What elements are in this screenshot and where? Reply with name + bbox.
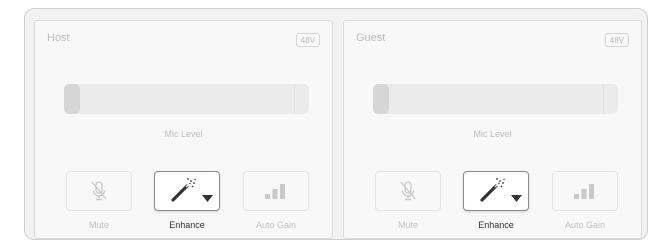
signal-bars-icon	[572, 181, 598, 201]
magic-wand-icon	[167, 177, 207, 205]
mic-panel: Host 48V Mic Level Mute Enhance Auto Gai…	[24, 8, 648, 240]
magic-wand-icon	[476, 177, 516, 205]
channel-name: Guest	[356, 32, 386, 44]
mute-label: Mute	[397, 220, 418, 230]
mute-button[interactable]	[66, 171, 132, 211]
channel-guest: Guest 48V Mic Level Mute Enhance Auto Ga…	[343, 20, 642, 239]
slider-thumb[interactable]	[373, 84, 389, 114]
auto-gain-button[interactable]	[552, 171, 618, 211]
channel-name: Host	[47, 32, 70, 44]
enhance-button[interactable]	[463, 171, 529, 211]
mic-level-label: Mic Level	[164, 129, 203, 139]
slider-end-mark	[603, 84, 604, 114]
phantom-power-button[interactable]: 48V	[604, 33, 629, 47]
slider-end-mark	[294, 84, 295, 114]
slider-thumb[interactable]	[64, 84, 80, 114]
mic-level-label: Mic Level	[473, 129, 512, 139]
auto-gain-label: Auto Gain	[564, 220, 606, 230]
signal-bars-icon	[263, 181, 289, 201]
phantom-power-button[interactable]: 48V	[295, 33, 320, 47]
mic-level-slider[interactable]	[373, 84, 618, 114]
mute-button[interactable]	[375, 171, 441, 211]
auto-gain-label: Auto Gain	[255, 220, 297, 230]
mic-level-slider[interactable]	[64, 84, 309, 114]
enhance-button[interactable]	[154, 171, 220, 211]
mic-muted-icon	[399, 180, 417, 202]
channel-host: Host 48V Mic Level Mute Enhance Auto Gai…	[34, 20, 333, 239]
enhance-label: Enhance	[169, 220, 205, 230]
triangle-down-icon[interactable]	[511, 195, 522, 203]
mute-label: Mute	[88, 220, 109, 230]
enhance-label: Enhance	[478, 220, 514, 230]
auto-gain-button[interactable]	[243, 171, 309, 211]
triangle-down-icon[interactable]	[202, 195, 213, 203]
mic-muted-icon	[90, 180, 108, 202]
